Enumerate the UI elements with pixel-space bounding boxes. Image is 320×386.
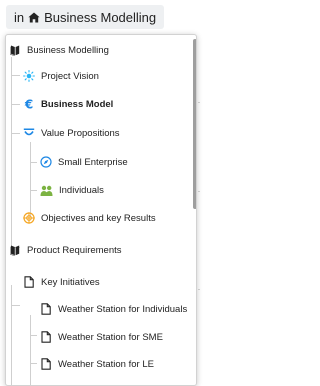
tree-guide-line xyxy=(30,190,37,191)
tree-guide-line xyxy=(11,285,12,385)
background-divider xyxy=(198,289,200,290)
compass-icon xyxy=(40,156,52,168)
tree-guide-line xyxy=(11,305,20,306)
breadcrumb-prefix: in xyxy=(14,9,25,25)
tree-guide-line xyxy=(30,142,31,217)
sun-icon xyxy=(23,70,35,82)
tree-item-value-propositions[interactable]: Value Propositions xyxy=(23,126,120,140)
tree-item-business-modelling[interactable]: Business Modelling xyxy=(9,43,109,57)
page-tree-dropdown: Business Modelling Project Vision € Busi… xyxy=(5,34,197,386)
page-icon xyxy=(40,358,52,370)
value-propositions-icon xyxy=(23,127,35,139)
tree-item-weather-station-le[interactable]: Weather Station for LE xyxy=(40,357,154,371)
tree-item-label: Key Initiatives xyxy=(41,276,100,288)
tree-item-label: Individuals xyxy=(59,184,104,196)
tree-item-individuals[interactable]: Individuals xyxy=(40,183,104,197)
tree-item-small-enterprise[interactable]: Small Enterprise xyxy=(40,155,128,169)
book-icon xyxy=(9,44,21,56)
tree-item-business-model[interactable]: € Business Model xyxy=(23,97,114,111)
tree-item-weather-station-sme[interactable]: Weather Station for SME xyxy=(40,330,163,344)
tree-item-label: Product Requirements xyxy=(27,244,122,256)
tree-item-label: Weather Station for Individuals xyxy=(58,303,188,315)
breadcrumb-button[interactable]: in Business Modelling xyxy=(6,5,165,29)
page-icon xyxy=(40,331,52,343)
tree-guide-line xyxy=(11,57,12,247)
background-divider xyxy=(198,102,200,103)
page-icon xyxy=(23,276,35,288)
tree-item-label: Value Propositions xyxy=(41,127,120,139)
tree-item-label: Business Model xyxy=(41,98,114,110)
tree-item-label: Business Modelling xyxy=(27,44,109,56)
book-icon xyxy=(9,244,21,256)
tree-item-weather-station-individuals[interactable]: Weather Station for Individuals xyxy=(40,302,187,316)
tree-item-label: Small Enterprise xyxy=(58,156,128,168)
tree-item-product-requirements[interactable]: Product Requirements xyxy=(9,243,122,257)
tree-item-label: Objectives and key Results xyxy=(41,212,156,224)
tree-guide-line xyxy=(11,133,20,134)
tree-guide-line xyxy=(11,104,20,105)
top-bar: in Business Modelling xyxy=(0,0,200,32)
home-icon xyxy=(28,12,40,23)
target-icon xyxy=(23,212,35,224)
tree-guide-line xyxy=(30,335,37,336)
euro-icon: € xyxy=(23,98,35,110)
scrollbar[interactable] xyxy=(193,39,196,209)
tree-item-objectives[interactable]: Objectives and key Results xyxy=(23,211,156,225)
svg-text:€: € xyxy=(24,98,33,110)
tree-item-label: Project Vision xyxy=(41,70,99,82)
tree-item-label: Weather Station for SME xyxy=(58,331,163,343)
page-icon xyxy=(40,303,52,315)
tree-guide-line xyxy=(11,75,20,76)
tree-guide-line xyxy=(30,363,37,364)
tree-guide-line xyxy=(30,315,31,385)
breadcrumb-title: Business Modelling xyxy=(44,9,157,25)
tree-item-key-initiatives[interactable]: Key Initiatives xyxy=(23,275,100,289)
background-divider xyxy=(198,191,200,192)
tree-item-project-vision[interactable]: Project Vision xyxy=(23,69,99,83)
tree-item-label: Weather Station for LE xyxy=(58,358,154,370)
tree-guide-line xyxy=(30,162,37,163)
users-icon xyxy=(40,184,53,197)
